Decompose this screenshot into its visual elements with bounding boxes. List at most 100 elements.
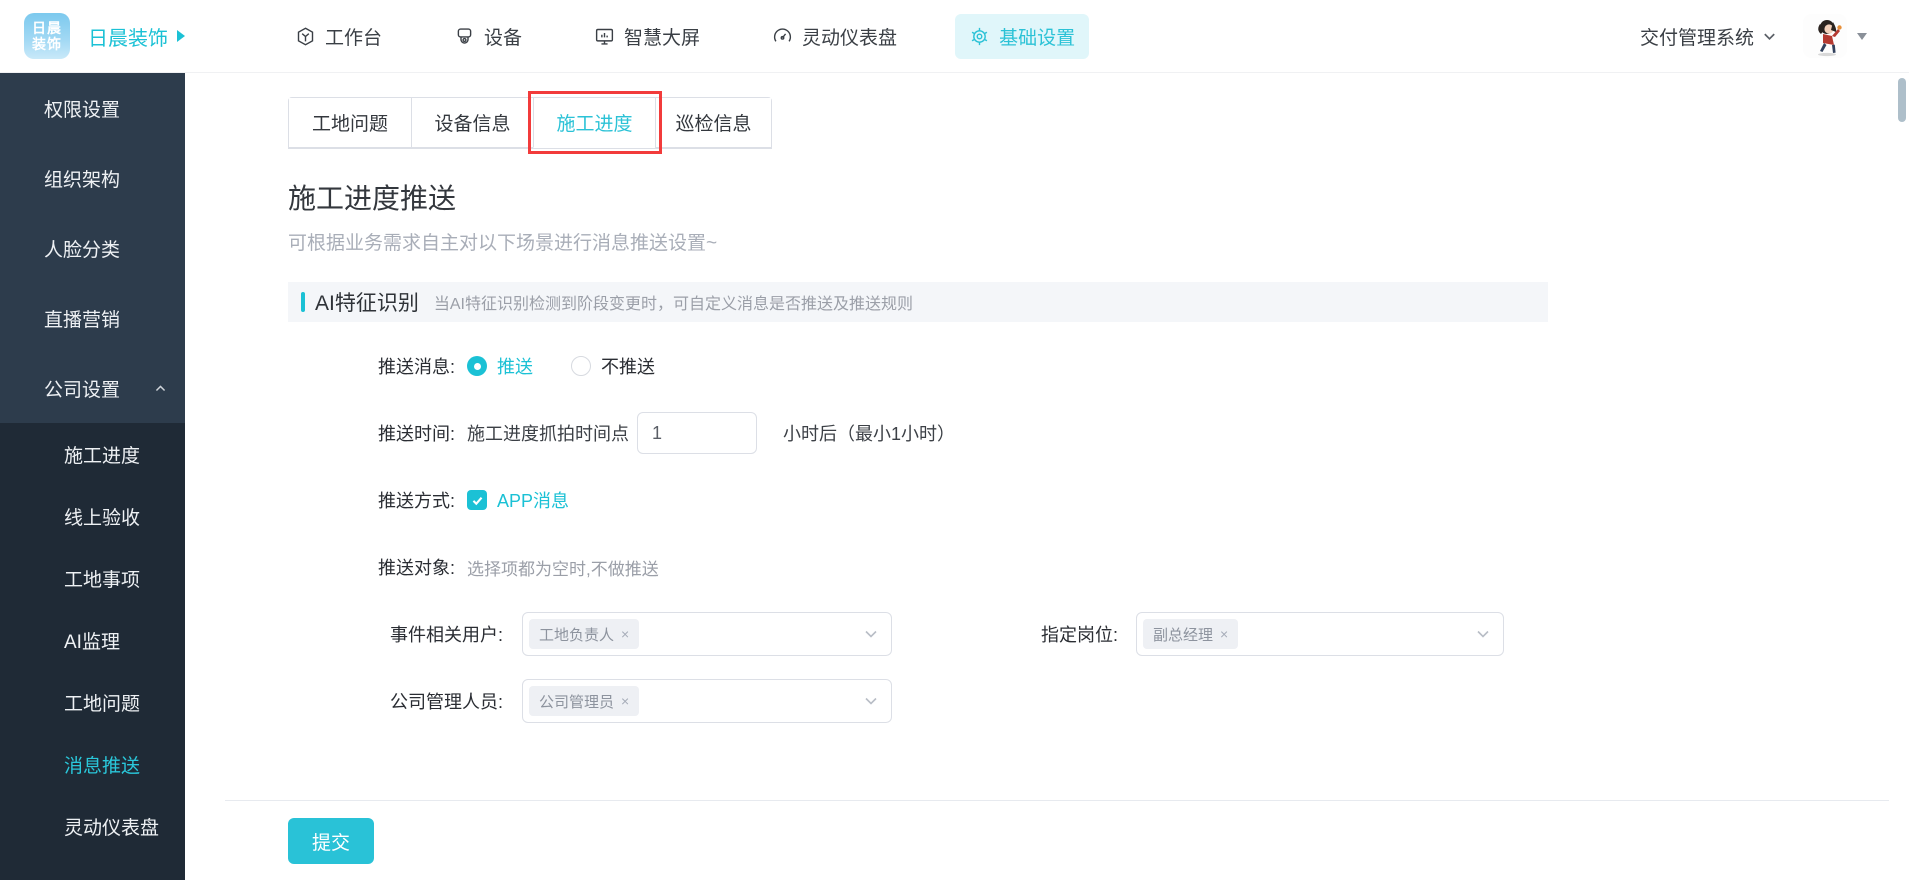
form-row-push-time: 推送时间: 施工进度抓拍时间点 小时后（最小1小时） <box>288 412 1909 454</box>
submenu-item-label: 工地事项 <box>64 569 141 591</box>
submenu-item-dashboard[interactable]: 灵动仪表盘 <box>0 795 185 857</box>
sidebar-item-label: 人脸分类 <box>44 239 121 261</box>
nav-label: 智慧大屏 <box>624 27 701 49</box>
sidebar-item-face-classification[interactable]: 人脸分类 <box>0 213 185 283</box>
sidebar-item-label: 直播营销 <box>44 309 121 331</box>
nav-item-basic-settings[interactable]: 基础设置 <box>955 13 1090 59</box>
company-admin-select[interactable]: 公司管理员 × <box>522 679 892 723</box>
scrollbar-thumb[interactable] <box>1898 78 1906 122</box>
radio-label: 推送 <box>497 357 533 377</box>
top-navbar: 日晨 装饰 日晨装饰 工作台 设备 智慧大屏 灵动仪表盘 基础设置 交付管理系统 <box>0 0 1909 73</box>
section-title: AI特征识别 <box>315 292 419 315</box>
field-label: 指定岗位: <box>1041 625 1119 645</box>
field-label: 推送时间: <box>377 424 455 444</box>
form-row-push-message: 推送消息: 推送 不推送 <box>288 345 1909 387</box>
tag-label: 工地负责人 <box>539 626 615 644</box>
nav-item-big-screen[interactable]: 智慧大屏 <box>580 14 714 59</box>
submenu-item-ai-supervision[interactable]: AI监理 <box>0 609 185 671</box>
chevron-up-icon <box>155 384 166 391</box>
brand-name[interactable]: 日晨装饰 <box>88 22 185 51</box>
nav-label: 设备 <box>484 27 523 49</box>
avatar[interactable] <box>1803 14 1847 58</box>
submenu-item-construction-progress[interactable]: 施工进度 <box>0 423 185 485</box>
form-row-related-user: 事件相关用户: 工地负责人 × 指定岗位: 副总经理 × <box>288 612 1909 656</box>
form-row-company-admin: 公司管理人员: 公司管理员 × <box>288 679 1909 723</box>
tab-group: 工地问题 设备信息 施工进度 巡检信息 <box>288 97 772 149</box>
tab-inspection-info[interactable]: 巡检信息 <box>655 98 771 148</box>
chevron-down-icon <box>1477 630 1489 638</box>
selected-tag: 公司管理员 × <box>529 686 640 716</box>
tab-label: 施工进度 <box>556 114 633 135</box>
page-subtitle: 可根据业务需求自主对以下场景进行消息推送设置~ <box>288 233 718 254</box>
radio-label: 不推送 <box>601 357 655 377</box>
submenu-item-label: 灵动仪表盘 <box>64 817 160 839</box>
sidebar: 权限设置 组织架构 人脸分类 直播营销 公司设置 施工进度 线上验收 工地事项 … <box>0 73 185 880</box>
nav-label: 基础设置 <box>999 27 1076 49</box>
submenu-item-label: 线上验收 <box>64 507 141 529</box>
section-header-ai-feature: AI特征识别 当AI特征识别检测到阶段变更时，可自定义消息是否推送及推送规则 <box>288 282 1548 322</box>
sidebar-item-company-settings[interactable]: 公司设置 <box>0 353 185 423</box>
company-logo: 日晨 装饰 <box>24 13 70 59</box>
form-row-push-method: 推送方式: APP消息 <box>288 479 1909 521</box>
submenu-item-message-push[interactable]: 消息推送 <box>0 733 185 795</box>
user-menu-caret-icon[interactable] <box>1857 32 1867 40</box>
sidebar-item-label: 权限设置 <box>44 99 121 121</box>
tag-close-icon[interactable]: × <box>1220 626 1228 642</box>
tab-construction-progress[interactable]: 施工进度 <box>533 98 655 148</box>
checkbox-checked-icon <box>467 490 487 510</box>
chevron-down-icon <box>865 697 877 705</box>
navbar-right: 交付管理系统 <box>1640 14 1867 58</box>
section-hint: 当AI特征识别检测到阶段变更时，可自定义消息是否推送及推送规则 <box>433 296 913 313</box>
assigned-position-select[interactable]: 副总经理 × <box>1136 612 1505 656</box>
logo-text-line1: 日晨 <box>32 20 62 36</box>
radio-push-off[interactable]: 不推送 <box>571 353 655 379</box>
workbench-icon <box>297 26 314 46</box>
nav-label: 工作台 <box>325 27 383 49</box>
avatar-illustration <box>1803 14 1847 58</box>
checkbox-label: APP消息 <box>497 491 570 511</box>
big-screen-icon <box>595 28 614 45</box>
submit-button[interactable]: 提交 <box>288 818 374 864</box>
camera-icon <box>457 27 472 44</box>
page-title: 施工进度推送 <box>288 183 457 214</box>
submenu-item-site-issues[interactable]: 工地问题 <box>0 671 185 733</box>
tab-site-issues[interactable]: 工地问题 <box>289 98 411 148</box>
chevron-down-icon <box>865 630 877 638</box>
push-time-input[interactable] <box>637 412 757 454</box>
field-label: 事件相关用户: <box>389 625 503 645</box>
sidebar-item-label: 组织架构 <box>44 169 121 191</box>
related-user-select[interactable]: 工地负责人 × <box>522 612 892 656</box>
sidebar-item-live-marketing[interactable]: 直播营销 <box>0 283 185 353</box>
nav-item-workbench[interactable]: 工作台 <box>281 14 396 59</box>
tabs-container: 工地问题 设备信息 施工进度 巡检信息 <box>288 91 772 154</box>
nav-item-devices[interactable]: 设备 <box>440 14 536 59</box>
sidebar-submenu: 施工进度 线上验收 工地事项 AI监理 工地问题 消息推送 灵动仪表盘 <box>0 423 185 880</box>
tab-label: 设备信息 <box>434 114 511 135</box>
field-label: 公司管理人员: <box>389 692 503 712</box>
section-accent-bar <box>301 292 305 312</box>
tag-label: 公司管理员 <box>539 693 615 711</box>
submenu-item-site-matters[interactable]: 工地事项 <box>0 547 185 609</box>
main-content: 工地问题 设备信息 施工进度 巡检信息 施工进度推送 可根据业务需求自主对以下场… <box>185 73 1909 880</box>
push-target-hint: 选择项都为空时,不做推送 <box>467 559 659 579</box>
sidebar-item-permission-settings[interactable]: 权限设置 <box>0 73 185 143</box>
nav-label: 灵动仪表盘 <box>802 27 898 49</box>
radio-unselected-icon <box>571 356 591 376</box>
chevron-down-icon[interactable] <box>1762 29 1777 44</box>
submenu-item-label: AI监理 <box>64 631 120 653</box>
radio-push-on[interactable]: 推送 <box>467 353 533 379</box>
gear-icon <box>971 27 988 45</box>
tag-close-icon[interactable]: × <box>621 626 629 642</box>
tag-close-icon[interactable]: × <box>621 693 629 709</box>
checkbox-app-message[interactable]: APP消息 <box>467 487 569 513</box>
push-settings-form: 推送消息: 推送 不推送 推送时间: 施工进度抓拍时间点 小时后（最小1小时） <box>288 345 1909 723</box>
tab-device-info[interactable]: 设备信息 <box>411 98 533 148</box>
submenu-item-online-acceptance[interactable]: 线上验收 <box>0 485 185 547</box>
tab-label: 巡检信息 <box>675 114 752 135</box>
field-label: 推送方式: <box>377 491 455 511</box>
form-row-push-target: 推送对象: 选择项都为空时,不做推送 <box>288 546 1909 588</box>
brand-expand-arrow-icon <box>177 30 185 42</box>
nav-item-dashboard[interactable]: 灵动仪表盘 <box>758 14 911 59</box>
sidebar-item-org-structure[interactable]: 组织架构 <box>0 143 185 213</box>
system-switcher[interactable]: 交付管理系统 <box>1640 23 1754 50</box>
